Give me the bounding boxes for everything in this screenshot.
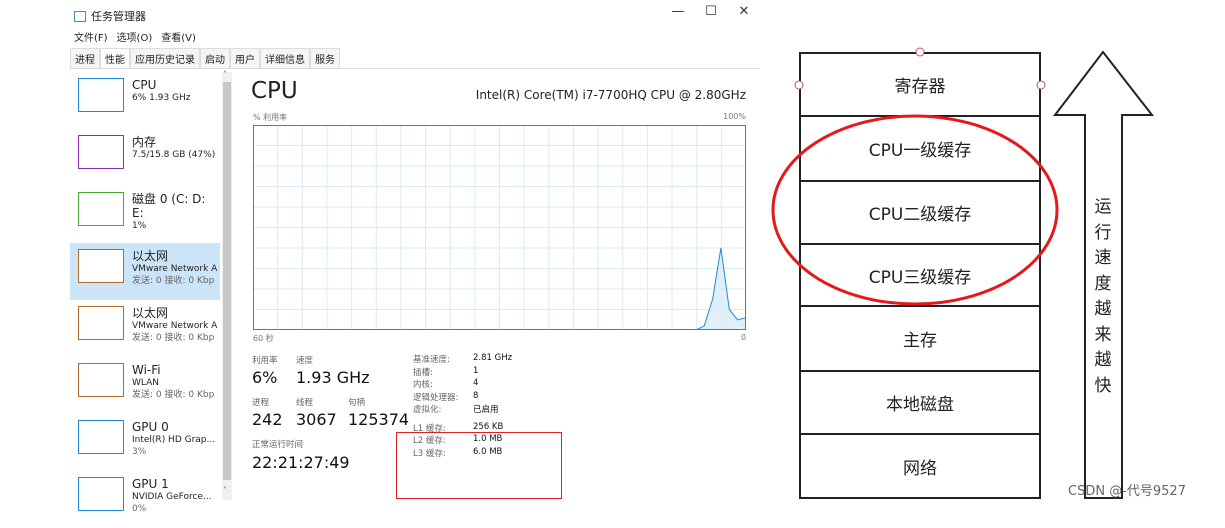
watermark: CSDN @-代号9527: [1068, 484, 1186, 499]
handle-dot: [794, 80, 804, 90]
red-ellipse-highlight: [771, 114, 1059, 306]
arrow-label: 运行速度越来越快: [1094, 197, 1112, 396]
handle-dot: [1036, 80, 1046, 90]
annotation-overlay: [771, 47, 1155, 499]
handle-dot: [915, 47, 925, 57]
